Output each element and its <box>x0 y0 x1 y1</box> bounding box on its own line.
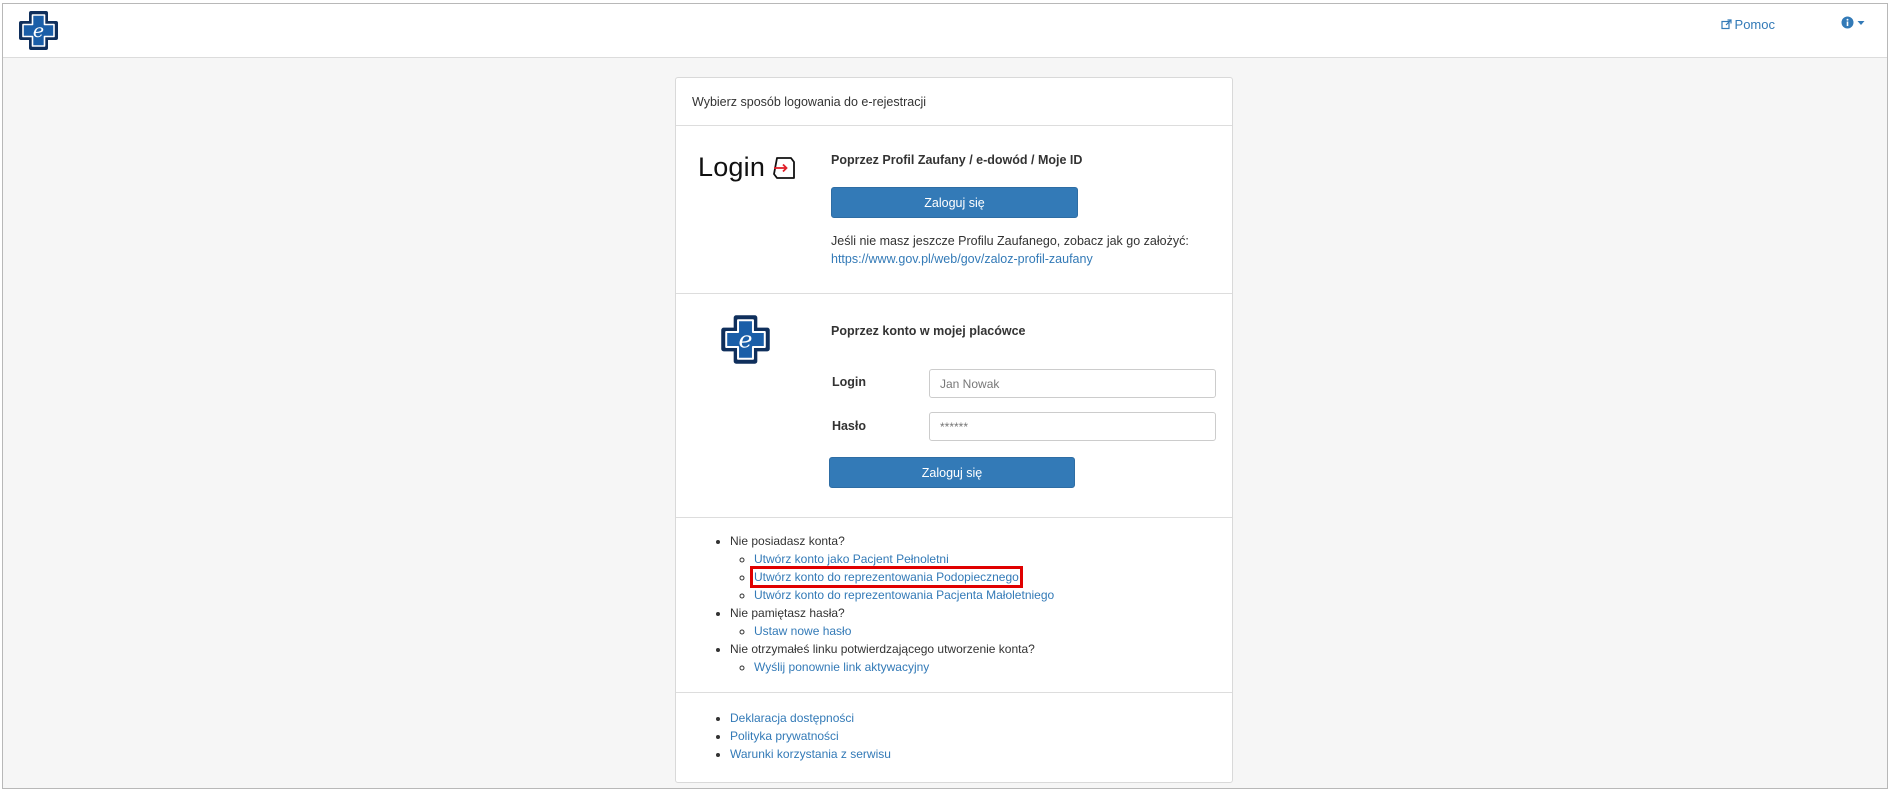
profil-zaufany-section: Login Poprzez Profil Zaufany / e-dowód /… <box>676 126 1232 294</box>
profil-zaufany-info-link[interactable]: https://www.gov.pl/web/gov/zaloz-profil-… <box>831 252 1093 266</box>
no-account-text: Nie posiadasz konta? <box>730 534 845 548</box>
list-item: Nie otrzymałeś linku potwierdzającego ut… <box>730 640 1054 676</box>
panel-heading: Wybierz sposób logowania do e-rejestracj… <box>676 78 1232 126</box>
create-minor-account-link[interactable]: Utwórz konto do reprezentowania Pacjenta… <box>754 588 1054 602</box>
info-dropdown[interactable] <box>1841 16 1865 29</box>
e-cross-logo-icon: e <box>721 315 770 364</box>
profil-zaufany-info-text: Jeśli nie masz jeszcze Profilu Zaufanego… <box>831 234 1189 248</box>
svg-text:e: e <box>739 326 753 354</box>
password-input[interactable] <box>929 412 1216 441</box>
list-item: Wyślij ponownie link aktywacyjny <box>754 658 1054 676</box>
help-link-label: Pomoc <box>1734 17 1775 32</box>
help-link[interactable]: Pomoc <box>1720 17 1775 32</box>
no-activation-link-text: Nie otrzymałeś linku potwierdzającego ut… <box>730 642 1035 656</box>
forgot-password-text: Nie pamiętasz hasła? <box>730 606 845 620</box>
e-cross-logo-icon: e <box>19 11 58 50</box>
list-item: Ustaw nowe hasło <box>754 622 1054 640</box>
profil-zaufany-info: Jeśli nie masz jeszcze Profilu Zaufanego… <box>831 232 1189 268</box>
login-gov-logo: Login <box>698 152 797 183</box>
account-help-section: Nie posiadasz konta? Utwórz konto jako P… <box>676 518 1232 693</box>
list-item: Utwórz konto do reprezentowania Pacjenta… <box>754 586 1054 604</box>
list-item: Deklaracja dostępności <box>730 709 891 727</box>
accessibility-link[interactable]: Deklaracja dostępności <box>730 711 854 725</box>
login-panel: Wybierz sposób logowania do e-rejestracj… <box>675 77 1233 783</box>
app-logo[interactable]: e <box>18 10 59 51</box>
login-label: Login <box>831 375 866 389</box>
account-help-list: Nie posiadasz konta? Utwórz konto jako P… <box>714 532 1054 676</box>
create-ward-account-link[interactable]: Utwórz konto do reprezentowania Podopiec… <box>750 566 1023 588</box>
svg-text:e: e <box>33 20 44 42</box>
resend-activation-link[interactable]: Wyślij ponownie link aktywacyjny <box>754 660 929 674</box>
profil-zaufany-title: Poprzez Profil Zaufany / e-dowód / Moje … <box>831 153 1083 167</box>
list-item: Warunki korzystania z serwisu <box>730 745 891 763</box>
list-item: Utwórz konto jako Pacjent Pełnoletni <box>754 550 1054 568</box>
list-item: Nie pamiętasz hasła? Ustaw nowe hasło <box>730 604 1054 640</box>
set-new-password-link[interactable]: Ustaw nowe hasło <box>754 624 851 638</box>
caret-down-icon <box>1857 20 1865 25</box>
browser-frame: e Pomoc Wybierz sposób logowania do e-re… <box>2 3 1888 789</box>
profil-zaufany-login-button[interactable]: Zaloguj się <box>831 187 1078 218</box>
privacy-link[interactable]: Polityka prywatności <box>730 729 839 743</box>
top-navbar: e Pomoc <box>3 4 1887 58</box>
info-icon <box>1841 16 1854 29</box>
local-login-button[interactable]: Zaloguj się <box>829 457 1075 488</box>
local-account-title: Poprzez konto w mojej placówce <box>831 324 1026 338</box>
login-input[interactable] <box>929 369 1216 398</box>
create-adult-account-link[interactable]: Utwórz konto jako Pacjent Pełnoletni <box>754 552 949 566</box>
clinic-logo: e <box>720 314 771 365</box>
list-item: Utwórz konto do reprezentowania Podopiec… <box>750 566 1054 588</box>
list-item: Nie posiadasz konta? Utwórz konto jako P… <box>730 532 1054 604</box>
local-account-section: e Poprzez konto w mojej placówce Login H… <box>676 294 1232 518</box>
external-link-icon <box>1720 19 1732 30</box>
list-item: Polityka prywatności <box>730 727 891 745</box>
login-gov-logo-text: Login <box>698 152 766 182</box>
footer-links-section: Deklaracja dostępności Polityka prywatno… <box>676 693 1232 782</box>
login-arrow-icon <box>773 156 795 179</box>
footer-links-list: Deklaracja dostępności Polityka prywatno… <box>714 709 891 763</box>
terms-link[interactable]: Warunki korzystania z serwisu <box>730 747 891 761</box>
password-label: Hasło <box>831 419 866 433</box>
